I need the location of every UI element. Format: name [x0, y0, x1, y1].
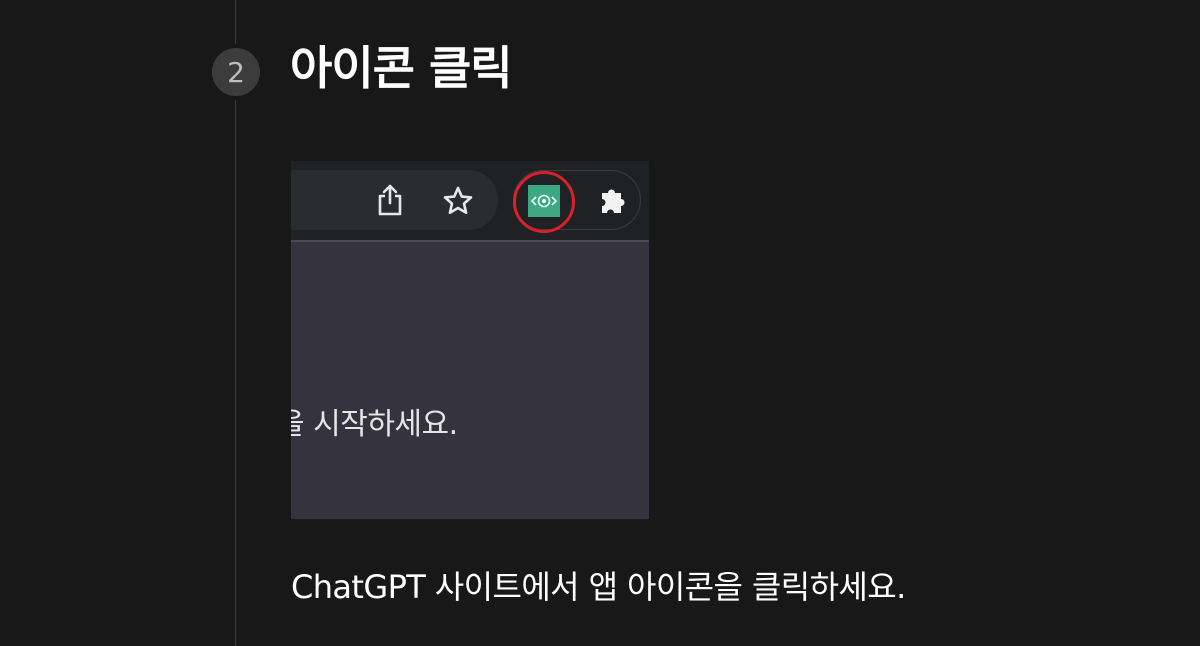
step-description: ChatGPT 사이트에서 앱 아이콘을 클릭하세요.: [291, 568, 906, 606]
step-guide-page: 2 아이콘 클릭 을 시작하세요. ChatGPT 사이트에서 앱 아이콘을 클…: [0, 0, 1200, 646]
highlight-circle: [513, 171, 575, 233]
step-screenshot: 을 시작하세요.: [291, 161, 649, 519]
browser-toolbar: [291, 161, 649, 242]
share-icon: [378, 184, 402, 216]
star-icon: [443, 186, 473, 215]
screenshot-body-text: 을 시작하세요.: [291, 407, 458, 442]
puzzle-icon: [602, 189, 625, 213]
step-title: 아이콘 클릭: [290, 41, 513, 95]
step-number: 2: [227, 55, 245, 89]
step-number-badge: 2: [208, 44, 264, 100]
